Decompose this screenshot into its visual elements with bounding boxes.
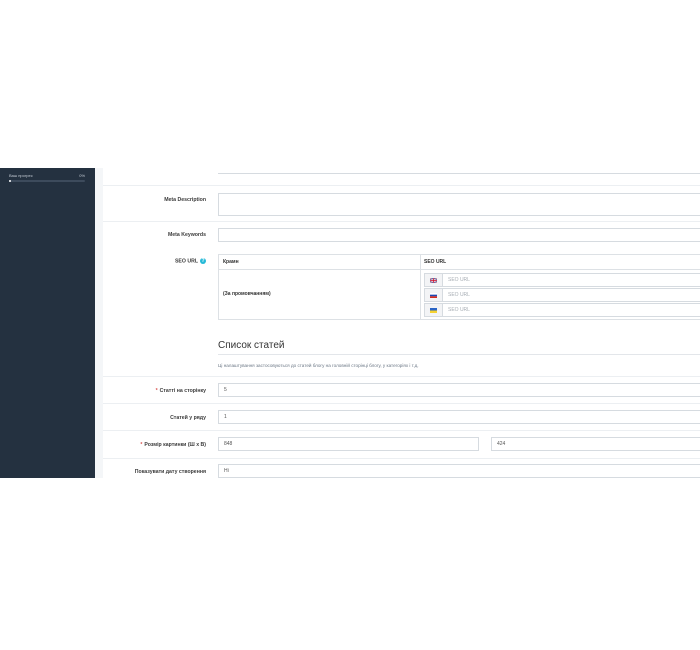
meta-description-label: Meta Description: [164, 197, 206, 203]
seo-column-header: SEO URL: [424, 259, 447, 265]
meta-keywords-label: Meta Keywords: [167, 232, 206, 238]
content-gutter: [95, 168, 103, 478]
progress-percent: 0%: [79, 173, 85, 178]
seo-url-input-en[interactable]: SEO URL: [424, 273, 700, 287]
row-divider: [103, 376, 700, 377]
column-divider: [420, 255, 421, 319]
store-column-header: Крамн: [223, 259, 239, 265]
ru-flag-icon: [425, 289, 443, 301]
image-height-input[interactable]: 424: [491, 437, 700, 451]
meta-keywords-input[interactable]: [218, 228, 700, 242]
section-divider: [218, 354, 700, 355]
help-icon[interactable]: ?: [200, 258, 206, 264]
sidebar: Ваш прогрес 0%: [0, 168, 95, 478]
show-date-label: Показувати дату створення: [134, 469, 206, 475]
progress-widget: Ваш прогрес 0%: [9, 173, 85, 182]
screenshot-area: Ваш прогрес 0% Meta Description Meta Key…: [0, 168, 700, 478]
previous-field-bottom[interactable]: [218, 168, 700, 174]
show-date-select[interactable]: Ні: [218, 464, 700, 478]
form-panel: Meta Description Meta Keywords SEO URL? …: [103, 168, 700, 478]
seo-url-input-ru[interactable]: SEO URL: [424, 288, 700, 302]
seo-url-table-header: Крамн SEO URL: [219, 255, 700, 270]
seo-url-label: SEO URL?: [174, 258, 206, 265]
per-row-input[interactable]: 1: [218, 410, 700, 424]
image-size-label: * Розмір картинки (Ш х В): [140, 442, 206, 448]
progress-label: Ваш прогрес: [9, 173, 33, 178]
row-divider: [103, 430, 700, 431]
seo-url-placeholder: SEO URL: [448, 292, 470, 298]
progress-bar-fill: [9, 180, 11, 182]
seo-url-placeholder: SEO URL: [448, 307, 470, 313]
required-asterisk: *: [155, 388, 158, 394]
row-divider: [103, 185, 700, 186]
store-name: (За промовчанням): [223, 291, 271, 297]
row-divider: [103, 458, 700, 459]
en-flag-icon: [425, 274, 443, 286]
per-row-label: Статей у ряду: [170, 415, 206, 421]
section-title: Список статей: [218, 340, 285, 351]
progress-bar: [9, 180, 85, 182]
row-divider: [103, 403, 700, 404]
required-asterisk: *: [140, 442, 143, 448]
per-page-label: * Статті на сторінку: [155, 388, 206, 394]
image-width-input[interactable]: 848: [218, 437, 479, 451]
section-help-text: Ці налаштування застосовуються до статей…: [218, 363, 419, 368]
seo-url-placeholder: SEO URL: [448, 277, 470, 283]
seo-url-table: Крамн SEO URL (За промовчанням) SEO URL …: [218, 254, 700, 320]
per-page-input[interactable]: 5: [218, 383, 700, 397]
row-divider: [103, 221, 700, 222]
ua-flag-icon: [425, 304, 443, 316]
meta-description-textarea[interactable]: [218, 193, 700, 216]
seo-url-input-ua[interactable]: SEO URL: [424, 303, 700, 317]
